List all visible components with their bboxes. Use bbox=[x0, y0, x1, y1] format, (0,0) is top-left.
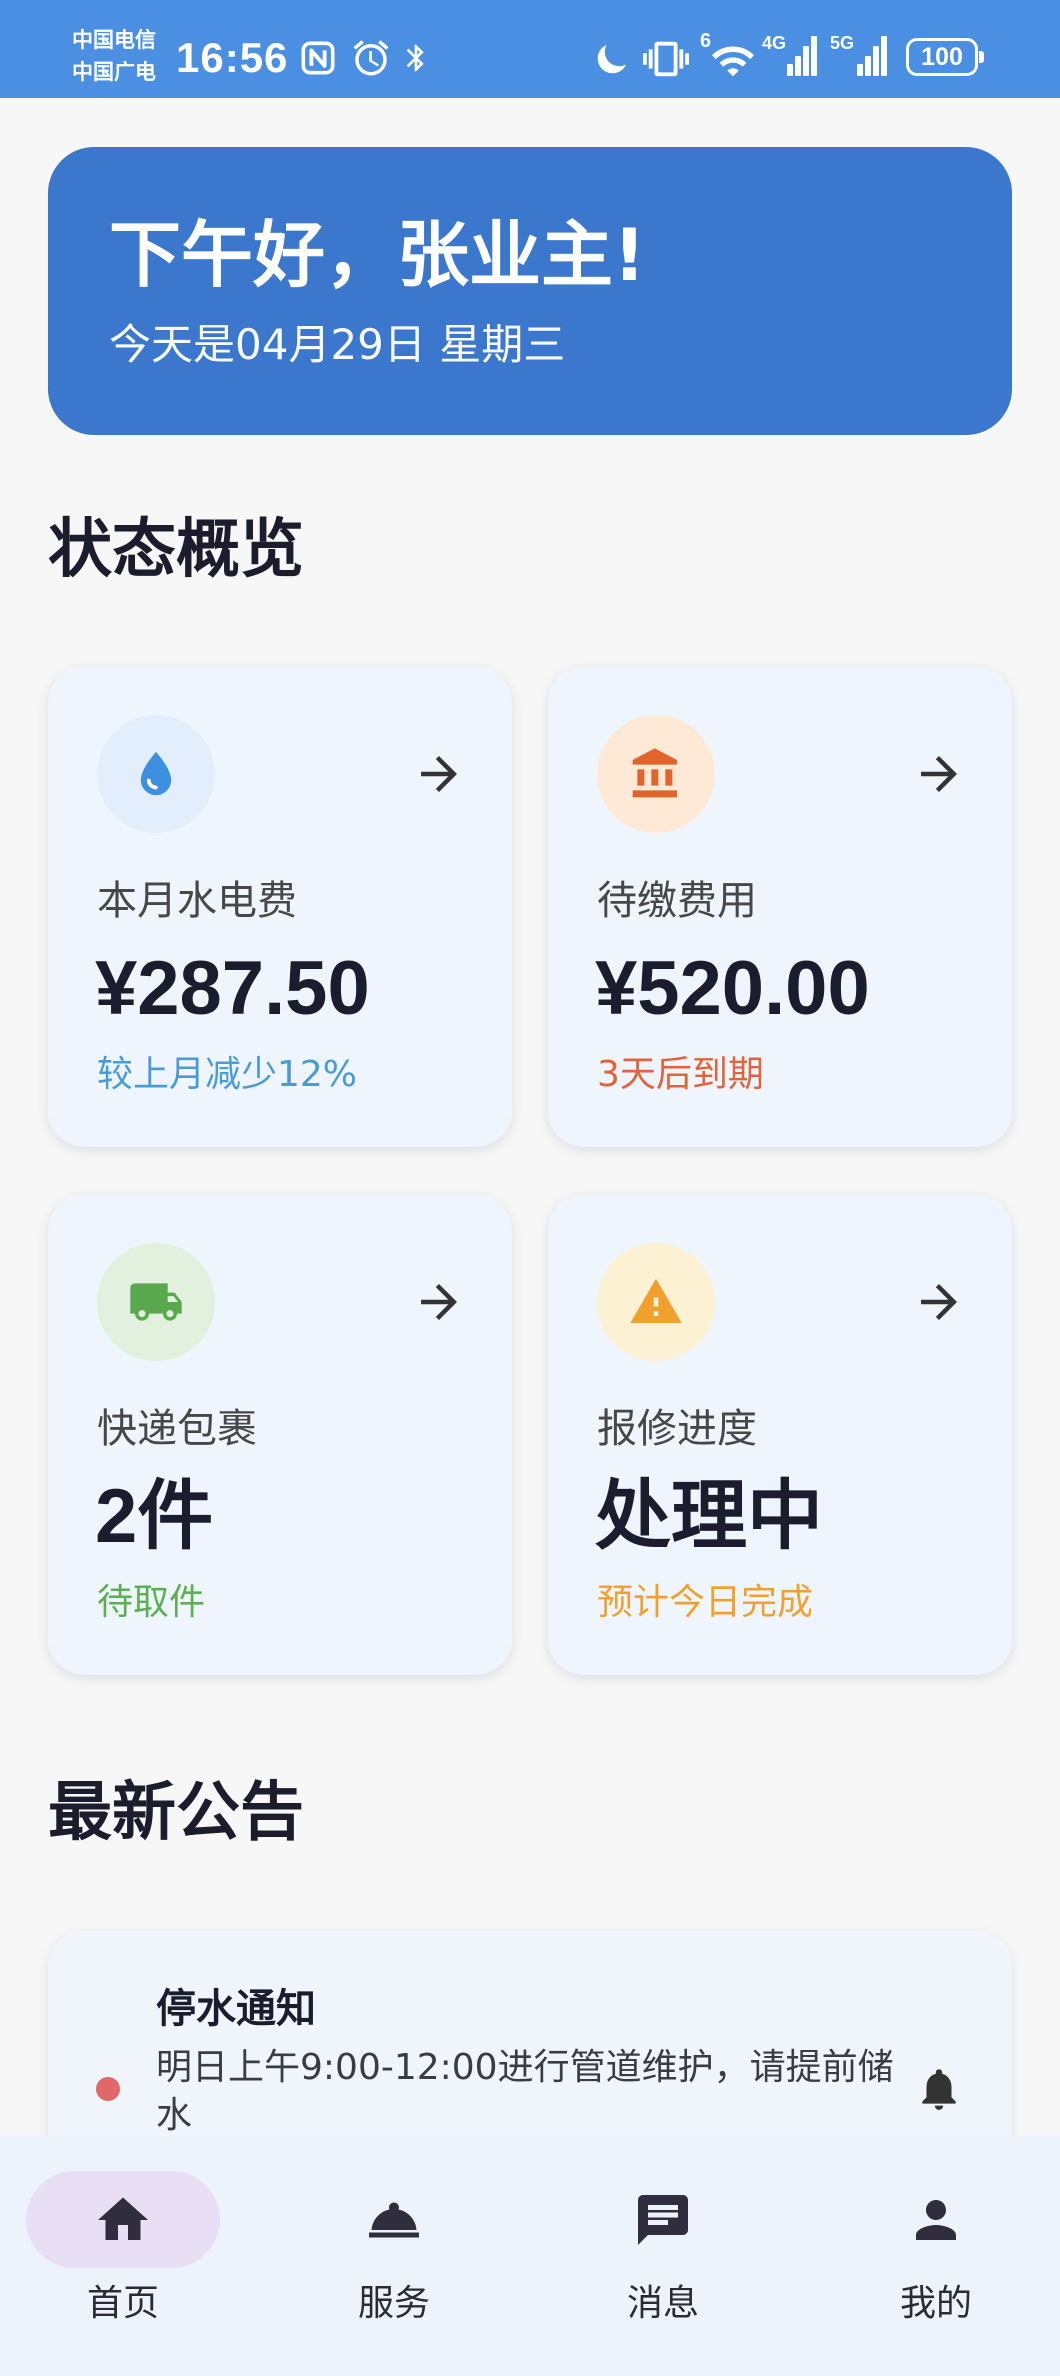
nav-active-indicator bbox=[26, 2171, 220, 2268]
bottom-navigation: 首页 服务 消息 我的 bbox=[0, 2136, 1060, 2376]
home-icon bbox=[98, 2197, 148, 2240]
card-label: 本月水电费 bbox=[97, 878, 297, 924]
greeting-date: 今天是04月29日 星期三 bbox=[109, 320, 566, 369]
card-repair-progress[interactable]: 报修进度 处理中 预计今日完成 bbox=[548, 1195, 1012, 1675]
nav-item-services[interactable]: 服务 bbox=[297, 2171, 491, 2351]
greeting-banner: 下午好，张业主! 今天是04月29日 星期三 bbox=[48, 147, 1012, 435]
nav-label: 服务 bbox=[357, 2283, 430, 2324]
bluetooth-icon bbox=[400, 38, 432, 78]
message-icon bbox=[638, 2194, 688, 2245]
section-title-announcements: 最新公告 bbox=[48, 1776, 304, 1850]
bank-icon bbox=[597, 715, 715, 833]
nav-item-messages[interactable]: 消息 bbox=[566, 2171, 760, 2351]
unread-dot bbox=[96, 2077, 120, 2101]
section-title-overview: 状态概览 bbox=[48, 513, 304, 587]
room-service-icon bbox=[369, 2202, 419, 2237]
battery-icon: 100 bbox=[906, 38, 984, 76]
announcement-body: 明日上午9:00-12:00进行管道维护，请提前储水 bbox=[156, 2047, 894, 2136]
card-parcels[interactable]: 快递包裹 2件 待取件 bbox=[48, 1195, 512, 1675]
battery-level: 100 bbox=[921, 43, 963, 71]
truck-icon bbox=[97, 1243, 215, 1361]
bell-icon bbox=[914, 2064, 964, 2114]
home-screen: 中国电信 中国广电 16:56 6 4G 5G 100 下午好，张业主! 今天是… bbox=[0, 0, 1060, 2376]
card-note: 待取件 bbox=[97, 1582, 206, 1623]
sim2-network-label: 5G bbox=[830, 33, 854, 53]
sim1-network-label: 4G bbox=[762, 33, 786, 53]
nav-item-profile[interactable]: 我的 bbox=[839, 2171, 1033, 2351]
card-note: 预计今日完成 bbox=[597, 1582, 814, 1623]
carrier-info: 中国电信 中国广电 bbox=[72, 24, 156, 88]
greeting-title: 下午好，张业主! bbox=[109, 213, 646, 297]
card-utility-bill[interactable]: 本月水电费 ¥287.50 较上月减少12% bbox=[48, 667, 512, 1147]
signal-icon: 4G bbox=[762, 32, 822, 78]
nfc-icon bbox=[300, 40, 336, 76]
carrier-secondary: 中国广电 bbox=[72, 60, 156, 84]
card-pending-fees[interactable]: 待缴费用 ¥520.00 3天后到期 bbox=[548, 667, 1012, 1147]
card-note: 较上月减少12% bbox=[97, 1054, 358, 1095]
card-value: 2件 bbox=[95, 1474, 214, 1559]
card-label: 待缴费用 bbox=[597, 878, 757, 924]
status-bar: 中国电信 中国广电 16:56 6 4G 5G 100 bbox=[0, 0, 1060, 98]
signal-icon: 5G bbox=[830, 32, 894, 78]
alarm-icon bbox=[350, 37, 392, 79]
card-value: ¥287.50 bbox=[95, 946, 370, 1031]
carrier-primary: 中国电信 bbox=[72, 28, 156, 52]
card-note: 3天后到期 bbox=[597, 1054, 764, 1095]
arrow-right-icon[interactable] bbox=[912, 747, 966, 801]
nav-label: 我的 bbox=[899, 2283, 972, 2324]
card-value: ¥520.00 bbox=[595, 946, 870, 1031]
warning-icon bbox=[597, 1243, 715, 1361]
wifi-icon: 6 bbox=[700, 30, 756, 82]
water-drop-icon bbox=[97, 715, 215, 833]
nav-item-home[interactable]: 首页 bbox=[26, 2171, 220, 2351]
vibrate-icon bbox=[642, 36, 690, 82]
announcement-title: 停水通知 bbox=[156, 1986, 316, 2032]
moon-icon bbox=[592, 39, 632, 79]
card-label: 报修进度 bbox=[597, 1406, 757, 1452]
person-icon bbox=[916, 2199, 956, 2240]
clock: 16:56 bbox=[176, 34, 289, 81]
nav-label: 首页 bbox=[86, 2283, 159, 2324]
arrow-right-icon[interactable] bbox=[412, 747, 466, 801]
arrow-right-icon[interactable] bbox=[912, 1275, 966, 1329]
nav-label: 消息 bbox=[626, 2283, 699, 2324]
card-value: 处理中 bbox=[595, 1474, 823, 1559]
card-label: 快递包裹 bbox=[97, 1406, 257, 1452]
arrow-right-icon[interactable] bbox=[412, 1275, 466, 1329]
